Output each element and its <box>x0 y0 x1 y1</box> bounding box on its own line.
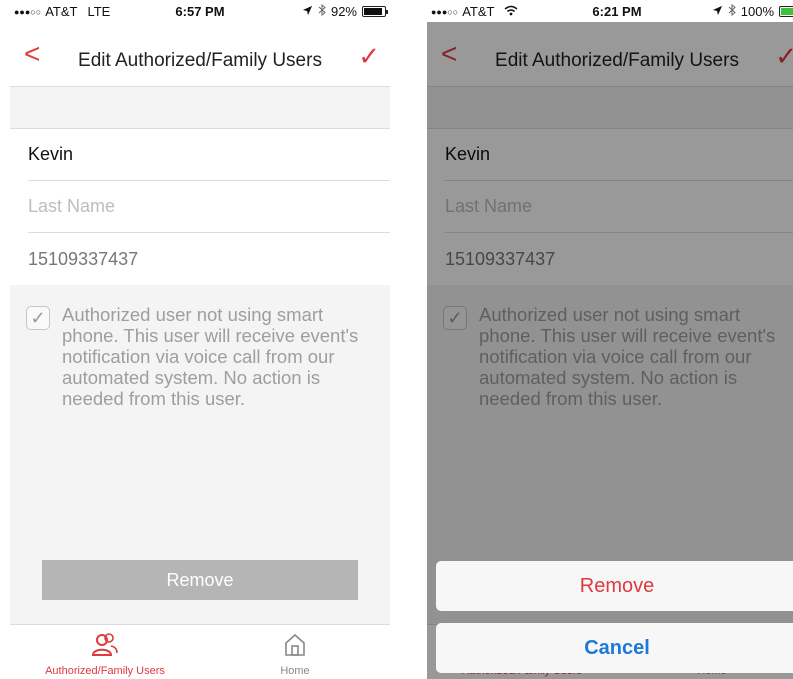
last-name-field[interactable]: Last Name <box>28 181 390 233</box>
screen-edit-user: ●●●○○ AT&T LTE 6:57 PM 92% < Edit Author… <box>10 0 390 679</box>
battery-percent: 92% <box>330 4 357 19</box>
screen-remove-confirmation: ●●●○○ AT&T 6:21 PM 100% < Edit Authorize… <box>427 0 793 679</box>
action-sheet-cancel-button[interactable]: Cancel <box>436 623 793 673</box>
non-smartphone-option: ✓ Authorized user not using smart phone.… <box>26 304 370 409</box>
status-bar: ●●●○○ AT&T 6:21 PM 100% <box>427 0 793 22</box>
non-smartphone-checkbox[interactable]: ✓ <box>26 306 50 330</box>
save-checkmark-button[interactable]: ✓ <box>358 43 380 69</box>
user-form: Kevin Last Name 15109337437 <box>10 128 390 285</box>
tab-label: Authorized/Family Users <box>45 665 165 677</box>
last-name-placeholder: Last Name <box>28 196 116 216</box>
non-smartphone-description: Authorized user not using smart phone. T… <box>62 304 359 409</box>
location-arrow-icon <box>302 4 313 19</box>
first-name-field[interactable]: Kevin <box>28 129 390 181</box>
tab-label: Home <box>280 665 310 677</box>
remove-button[interactable]: Remove <box>42 560 358 600</box>
battery-icon <box>362 6 388 17</box>
home-icon <box>200 632 390 663</box>
users-icon <box>10 632 200 663</box>
nav-bar: < Edit Authorized/Family Users ✓ <box>10 22 390 87</box>
battery-icon <box>779 6 793 17</box>
status-bar: ●●●○○ AT&T LTE 6:57 PM 92% <box>10 0 390 22</box>
location-arrow-icon <box>712 4 723 19</box>
tab-home[interactable]: Home <box>200 625 390 679</box>
tab-authorized-users[interactable]: Authorized/Family Users <box>10 625 200 679</box>
action-sheet-remove-button[interactable]: Remove <box>436 561 793 611</box>
phone-field[interactable]: 15109337437 <box>28 233 390 285</box>
bluetooth-icon <box>728 3 736 19</box>
bluetooth-icon <box>318 3 326 19</box>
page-title: Edit Authorized/Family Users <box>78 50 322 71</box>
battery-percent: 100% <box>740 4 774 19</box>
tab-bar: Authorized/Family Users Home <box>10 624 390 679</box>
